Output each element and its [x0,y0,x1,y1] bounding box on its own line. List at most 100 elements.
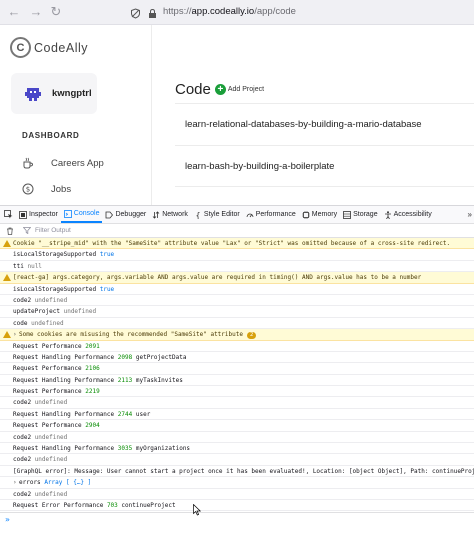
console-log-row: [GraphQL error]: Message: User cannot st… [0,466,474,478]
tab-label: Accessibility [393,211,432,218]
dollar-icon: $ [22,183,34,195]
tab-style-editor[interactable]: { Style Editor [191,206,243,223]
console-message-text: Cookie "__stripe_mid" with the "SameSite… [13,240,451,247]
reload-icon[interactable]: ↻ [49,4,63,20]
dashboard-label: DASHBOARD [22,131,80,140]
console-log-row: code2 undefined [0,489,474,500]
mouse-pointer-icon [193,503,202,516]
svg-text:$: $ [26,186,30,194]
filter-icon [22,227,32,235]
tab-label: Inspector [29,211,58,218]
project-item[interactable]: learn-bash-by-building-a-boilerplate [175,145,474,187]
console-log-row: Request Performance 2904 [0,420,474,432]
console-output: Cookie "__stripe_mid" with the "SameSite… [0,238,474,512]
main-content: Code + Add Project learn-relational-data… [152,25,474,205]
devtools-more-tabs-button[interactable]: » [468,210,474,219]
console-value: 2744 [117,410,133,418]
console-message-text: code2 [13,296,32,304]
tab-debugger[interactable]: Debugger [102,206,149,223]
console-log-row: code2 undefined [0,295,474,307]
lock-icon[interactable] [147,6,158,18]
codeally-logo[interactable]: C CodeAlly [10,37,88,58]
console-message-text: Request Handling Performance [13,376,115,384]
tab-accessibility[interactable]: Accessibility [381,206,435,223]
console-value: 2219 [85,388,100,396]
tab-performance[interactable]: Performance [243,206,299,223]
clear-console-trash-icon[interactable] [6,227,14,235]
add-project-button[interactable]: + Add Project [214,84,265,95]
console-message-text: Request Handling Performance [13,445,115,453]
page-title: Code [175,81,211,98]
console-value: undefined [34,399,68,407]
tab-label: Network [162,211,188,218]
console-icon [63,209,72,218]
console-message-text: [react-ga] args.category, args.variable … [13,274,422,282]
browser-urlbar: ← → ↻ https://app.codeally.io/app/code [0,0,474,25]
console-operation-name: myTaskInvites [135,376,183,384]
forward-arrow-icon[interactable]: → [29,4,43,20]
sidebar-item-label: Careers App [51,157,104,169]
console-message-text: Request Error Performance [13,501,104,509]
url-text[interactable]: https://app.codeally.io/app/code [163,6,296,17]
filter-output-input[interactable]: Filter Output [35,227,71,234]
inspector-icon [19,210,27,219]
console-log-row: Request Performance 2219 [0,386,474,398]
memory-icon [301,210,310,219]
code-heading: Code + Add Project [175,81,264,98]
console-log-row: tti null [0,261,474,273]
logo-mark-icon: C [10,37,31,58]
user-card[interactable]: kwngptrl [11,73,97,114]
console-message-text: Request Performance [13,388,82,396]
devtools-pick-element-icon[interactable] [0,206,16,223]
console-value[interactable]: Array [ {…} ] [44,479,91,486]
console-value: 2106 [85,365,100,373]
console-log-row: isLocalStorageSupported true [0,284,474,295]
console-message-text: Request Performance [13,365,82,373]
sidebar-item-label: Jobs [51,183,72,195]
project-list: learn-relational-databases-by-building-a… [175,103,474,187]
tab-console[interactable]: Console [60,206,103,223]
console-value: 2113 [117,376,133,384]
console-value: undefined [34,433,68,441]
console-value: 2091 [85,342,100,350]
project-item[interactable]: learn-relational-databases-by-building-a… [175,103,474,145]
console-log-row: Request Handling Performance 2113 myTask… [0,375,474,387]
sidebar-item-jobs[interactable]: $ Jobs [22,183,71,195]
tab-memory[interactable]: Memory [299,206,340,223]
console-value: 2098 [117,353,133,361]
tab-inspector[interactable]: Inspector [16,206,61,223]
tab-label: Performance [255,211,296,218]
console-log-row: Request Handling Performance 2744 user [0,409,474,421]
console-value: undefined [34,456,68,464]
repeat-count-badge: 2 [246,332,257,340]
tab-storage[interactable]: Storage [340,206,381,223]
tab-label: Storage [353,211,378,218]
console-value: 3035 [117,445,133,453]
console-value: undefined [34,296,68,304]
console-log-row: code2 undefined [0,397,474,409]
console-log-row: Request Error Performance 703 continuePr… [0,500,474,512]
console-warning-row: [react-ga] args.category, args.variable … [0,272,474,284]
tab-network[interactable]: Network [149,206,191,223]
console-value: true [99,285,115,293]
accessibility-icon [384,210,392,219]
console-log-row: Request Handling Performance 2098 getPro… [0,352,474,364]
console-message-text: updateProject [13,308,60,316]
tracking-protection-icon[interactable] [130,6,141,19]
console-filter-bar: Filter Output [0,224,474,238]
console-log-row: Request Performance 2091 [0,341,474,352]
console-operation-name: user [135,410,151,418]
app-viewport: C CodeAlly kwngptrl DASHBOARD Careers Ap… [0,25,474,205]
add-project-label: Add Project [227,86,265,93]
console-operation-name: getProjectData [135,353,187,361]
sidebar-item-careers-app[interactable]: Careers App [22,157,104,169]
console-message-text: code2 [13,490,32,498]
devtools-tabbar: Inspector Console Debugger Network { Sty… [0,205,474,224]
console-input[interactable]: » [0,512,474,526]
back-arrow-icon[interactable]: ← [7,4,21,20]
storage-icon [343,210,351,219]
console-message-text: errors [19,479,41,487]
console-log-row: Request Handling Performance 3035 myOrga… [0,443,474,455]
console-message-text: Some cookies are misusing the recommende… [19,331,243,339]
console-log-row: code2 undefined [0,432,474,444]
